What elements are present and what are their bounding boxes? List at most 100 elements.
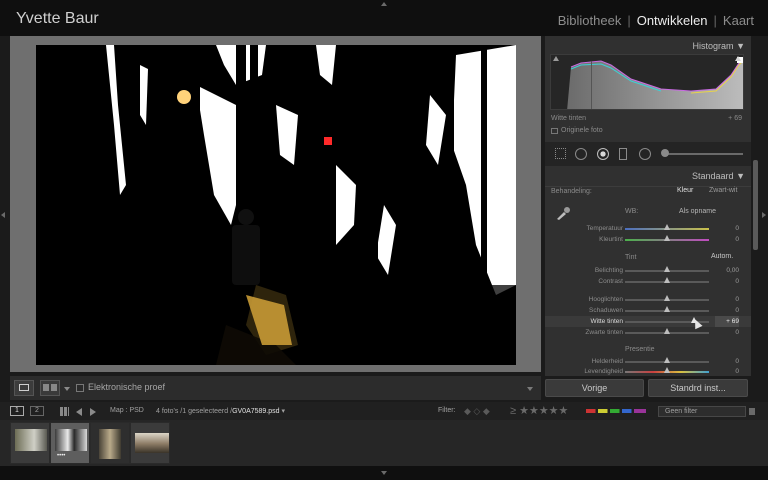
adjustment-brush-icon[interactable] [661,149,669,157]
tint-slider-row[interactable]: Kleurtint 0 [545,234,751,245]
filename-dropdown-icon[interactable]: ▾ [282,408,286,415]
grid-view-icon[interactable] [60,407,69,416]
treatment-color-button[interactable]: Kleur [677,187,693,194]
exposure-knob[interactable] [664,266,670,272]
tint-value[interactable]: 0 [715,234,739,245]
auto-tone-button[interactable]: Autom. [711,253,733,260]
blacks-slider-row[interactable]: Zwarte tinten 0 [545,327,751,338]
vibrance-slider-row[interactable]: Levendigheid 0 [545,366,751,376]
blacks-knob[interactable] [664,328,670,334]
red-eye-tool-icon[interactable] [597,148,609,160]
thumbnail-rating: •••• [57,453,66,459]
reset-button[interactable]: Standrd inst... [648,379,748,397]
histogram-readout-label: Witte tinten [551,115,587,122]
spot-removal-tool-icon[interactable] [575,148,587,160]
view-mode-dropdown-icon[interactable] [64,387,70,391]
clarity-knob[interactable] [664,357,670,363]
filmstrip-thumbnail[interactable] [90,422,130,464]
right-panel-scrollbar[interactable] [753,160,758,250]
blacks-value[interactable]: 0 [715,327,739,338]
crop-tool-icon[interactable] [555,148,566,159]
bottom-bar [0,466,768,480]
highlights-label: Hooglichten [588,296,623,303]
adjustment-brush-slider[interactable] [663,153,743,155]
exposure-value[interactable]: 0,00 [715,265,739,276]
filmstrip-thumbnail[interactable] [10,422,50,464]
forward-arrow-icon[interactable] [90,408,96,416]
temperature-slider-row[interactable]: Temperatuur 0 [545,223,751,234]
filter-preset-dropdown[interactable]: Geen filter [658,406,746,417]
bottom-edge-arrow-icon[interactable] [381,471,387,475]
presence-label: Presentie [625,346,655,353]
thumbnail-image [55,429,87,451]
whites-value[interactable]: + 69 [715,316,739,327]
primary-window-button[interactable]: 1 [10,406,24,416]
highlights-knob[interactable] [664,295,670,301]
filter-lock-icon[interactable] [749,408,755,415]
tint-label: Kleurtint [599,236,623,243]
back-arrow-icon[interactable] [76,408,82,416]
left-panel-toggle-icon[interactable] [1,212,5,218]
shadows-knob[interactable] [664,306,670,312]
module-separator: | [627,13,631,28]
whites-slider-row[interactable]: Witte tinten + 69 [545,316,751,327]
original-photo-label: Originele foto [561,127,603,134]
temperature-value[interactable]: 0 [715,223,739,234]
filmstrip-thumbnail-selected[interactable]: •••• [50,422,90,464]
collapse-triangle-icon: ▼ [736,171,745,181]
module-picker: Bibliotheek | Ontwikkelen | Kaart [558,13,754,28]
top-edge-arrow-icon[interactable] [381,2,387,6]
basic-header[interactable]: Standaard ▼ [545,168,751,184]
shadows-label: Schaduwen [589,307,623,314]
exposure-slider-row[interactable]: Belichting 0,00 [545,265,751,276]
exposure-label: Belichting [594,267,623,274]
histogram-title: Histogram [692,41,734,51]
vibrance-knob[interactable] [664,367,670,373]
right-panel-toggle-icon[interactable] [762,212,766,218]
module-develop[interactable]: Ontwikkelen [637,13,708,28]
shadows-slider-row[interactable]: Schaduwen 0 [545,305,751,316]
toolbar-menu-icon[interactable] [527,387,533,391]
histogram-header[interactable]: Histogram ▼ [545,38,751,54]
loupe-icon [19,384,29,391]
highlight-clip-indicator-icon[interactable] [735,56,741,61]
source-label[interactable]: Map : PSD [110,407,144,414]
develop-right-panel: Histogram ▼ Witte tinten + 69 Originele … [545,36,751,376]
wb-value[interactable]: Als opname [679,208,716,215]
white-balance-selector-icon[interactable] [555,206,571,220]
photo-count-label: 4 foto's /1 geselecteerd /GV0A7589.psd ▾ [156,407,285,415]
thumbnail-image [135,433,169,453]
identity-plate: Yvette Baur [16,10,99,27]
tint-knob[interactable] [664,235,670,241]
soft-proof-checkbox[interactable] [76,384,84,392]
highlights-value[interactable]: 0 [715,294,739,305]
shadows-value[interactable]: 0 [715,305,739,316]
photo-count-text: 4 foto's /1 geselecteerd / [156,408,233,415]
treatment-bw-button[interactable]: Zwart-wit [709,187,737,194]
flag-filter-icons[interactable]: ◆ ◇ ◆ [464,406,504,416]
vibrance-value[interactable]: 0 [715,366,739,376]
histogram-readout-value: + 69 [728,115,742,122]
photo-preview[interactable] [36,45,516,365]
histogram-graph[interactable] [550,54,744,110]
color-label-filter[interactable] [586,409,646,413]
radial-filter-tool-icon[interactable] [639,148,651,160]
filmstrip-thumbnail[interactable] [130,422,170,464]
module-library[interactable]: Bibliotheek [558,13,622,28]
shadow-clip-indicator-icon[interactable] [553,56,559,61]
contrast-slider-row[interactable]: Contrast 0 [545,276,751,287]
basic-title: Standaard [692,171,734,181]
histogram-curve [567,57,743,109]
forest-photo [36,45,516,365]
contrast-knob[interactable] [664,277,670,283]
previous-button[interactable]: Vorige [545,379,644,397]
module-map[interactable]: Kaart [723,13,754,28]
contrast-value[interactable]: 0 [715,276,739,287]
highlights-slider-row[interactable]: Hooglichten 0 [545,294,751,305]
secondary-window-button[interactable]: 2 [30,406,44,416]
original-photo-checkbox[interactable] [551,128,558,134]
graduated-filter-tool-icon[interactable] [619,148,627,160]
selected-filename[interactable]: GV0A7589.psd [232,408,279,415]
temperature-knob[interactable] [664,224,670,230]
rating-filter-stars[interactable]: ≥ ★★★★★ [510,404,568,417]
